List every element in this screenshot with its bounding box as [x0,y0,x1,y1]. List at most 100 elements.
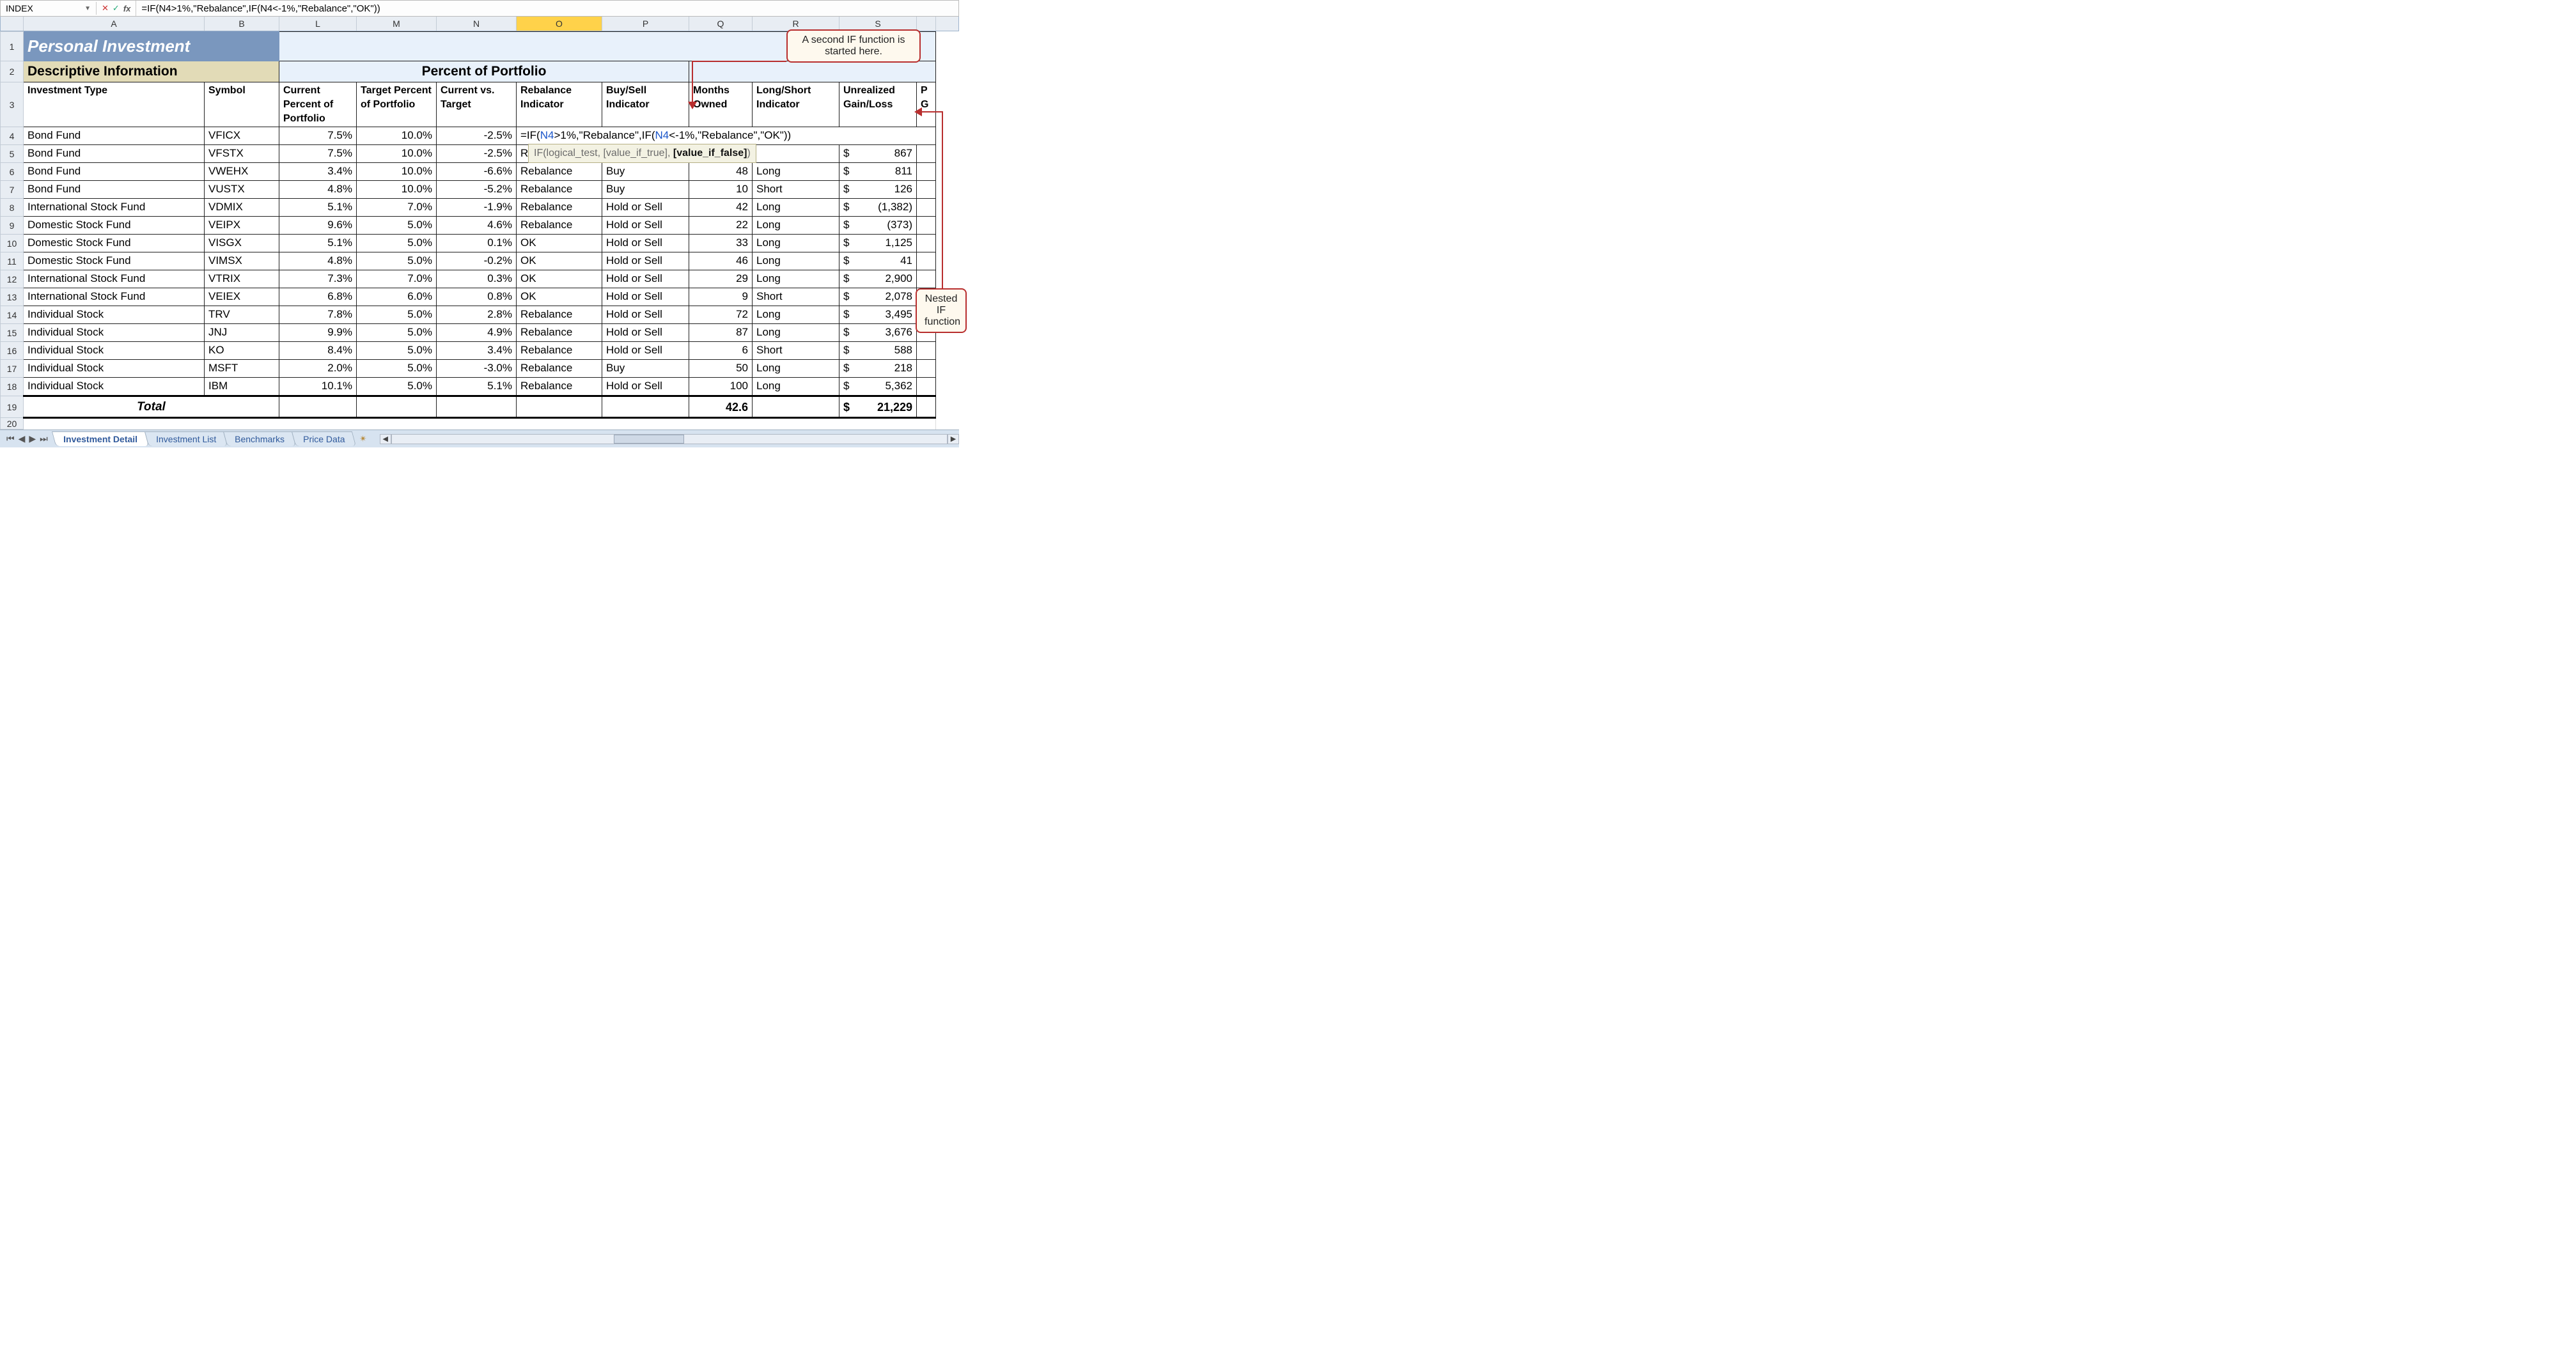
cell-buysell[interactable]: Hold or Sell [602,378,689,396]
column-header-B[interactable]: B [205,17,279,31]
cell-longshort[interactable] [753,145,839,163]
column-header-M[interactable]: M [357,17,437,31]
cell-current-pct[interactable]: 4.8% [279,252,357,270]
cell-gainloss[interactable]: $867 [839,145,917,163]
cell-investment-type[interactable]: Bond Fund [24,181,205,199]
cell-current-pct[interactable]: 7.8% [279,306,357,324]
cell-symbol[interactable]: TRV [205,306,279,324]
cell-investment-type[interactable]: Domestic Stock Fund [24,217,205,235]
cell-investment-type[interactable]: Bond Fund [24,127,205,145]
cell-investment-type[interactable]: International Stock Fund [24,288,205,306]
cell-current-pct[interactable]: 2.0% [279,360,357,378]
cell-extra[interactable] [917,378,936,396]
column-header-L[interactable]: L [279,17,357,31]
row-header-7[interactable]: 7 [1,181,24,199]
cell-rebalance[interactable]: OK [517,252,602,270]
column-header-N[interactable]: N [437,17,517,31]
scroll-right-icon[interactable]: ▶ [948,434,959,444]
row-header-2[interactable]: 2 [1,61,24,82]
cell-buysell[interactable]: Buy [602,163,689,181]
cell-extra[interactable] [917,217,936,235]
sheet-tab-investment-list[interactable]: Investment List [144,431,228,446]
cell-buysell[interactable]: Hold or Sell [602,252,689,270]
cell-months[interactable]: 50 [689,360,753,378]
cell-gainloss[interactable]: $(1,382) [839,199,917,217]
cell-symbol[interactable]: MSFT [205,360,279,378]
scroll-left-icon[interactable]: ◀ [380,434,391,444]
tab-nav-next-icon[interactable]: ▶ [27,433,37,444]
cell-buysell[interactable]: Hold or Sell [602,324,689,342]
cell-months[interactable]: 29 [689,270,753,288]
sheet-tab-price-data[interactable]: Price Data [292,431,357,446]
select-all-corner[interactable] [1,17,24,31]
cell-target-pct[interactable]: 5.0% [357,324,437,342]
cell-longshort[interactable]: Short [753,288,839,306]
cell-current-pct[interactable]: 9.6% [279,217,357,235]
cell-investment-type[interactable]: Individual Stock [24,360,205,378]
cell-extra[interactable] [917,270,936,288]
cell-months[interactable]: 33 [689,235,753,252]
cell-symbol[interactable]: VFICX [205,127,279,145]
cell-cvst[interactable]: -3.0% [437,360,517,378]
row-header-13[interactable]: 13 [1,288,24,306]
cell-cvst[interactable]: -0.2% [437,252,517,270]
cell-target-pct[interactable]: 5.0% [357,235,437,252]
cell-target-pct[interactable]: 10.0% [357,181,437,199]
cell-rebalance[interactable]: OK [517,235,602,252]
cell-months[interactable]: 6 [689,342,753,360]
column-header-Q[interactable]: Q [689,17,753,31]
cell-cvst[interactable]: -2.5% [437,145,517,163]
cell-current-pct[interactable]: 9.9% [279,324,357,342]
cell-symbol[interactable]: VTRIX [205,270,279,288]
cell-investment-type[interactable]: Domestic Stock Fund [24,252,205,270]
cell-gainloss[interactable]: $218 [839,360,917,378]
row-header-18[interactable]: 18 [1,378,24,396]
cell-symbol[interactable]: VEIEX [205,288,279,306]
cell-gainloss[interactable]: $3,676 [839,324,917,342]
cell-cvst[interactable]: 4.9% [437,324,517,342]
row-header-20[interactable]: 20 [1,418,24,430]
row-header-15[interactable]: 15 [1,324,24,342]
cell-rebalance[interactable]: Rebalance [517,217,602,235]
cell-longshort[interactable]: Long [753,199,839,217]
cell-symbol[interactable]: VUSTX [205,181,279,199]
tab-nav-prev-icon[interactable]: ◀ [17,433,27,444]
cell-gainloss[interactable]: $1,125 [839,235,917,252]
cell-symbol[interactable]: VIMSX [205,252,279,270]
row-header-6[interactable]: 6 [1,163,24,181]
cell-current-pct[interactable]: 8.4% [279,342,357,360]
name-box-dropdown-icon[interactable]: ▼ [84,5,91,12]
column-header-P[interactable]: P [602,17,689,31]
cell-extra[interactable] [917,235,936,252]
fx-icon[interactable]: fx [123,4,131,13]
row-header-12[interactable]: 12 [1,270,24,288]
new-sheet-icon[interactable]: ✴ [359,433,367,444]
tab-nav-last-icon[interactable]: ⏭ [38,433,49,444]
cell-investment-type[interactable]: International Stock Fund [24,270,205,288]
cell-target-pct[interactable]: 5.0% [357,342,437,360]
cell-buysell[interactable]: Buy [602,181,689,199]
row-header-9[interactable]: 9 [1,217,24,235]
cell-symbol[interactable]: JNJ [205,324,279,342]
cell-investment-type[interactable]: Individual Stock [24,324,205,342]
cell-months[interactable]: 9 [689,288,753,306]
cell-gainloss[interactable]: $(373) [839,217,917,235]
cell-longshort[interactable]: Long [753,360,839,378]
cell-current-pct[interactable]: 10.1% [279,378,357,396]
scroll-track[interactable] [391,434,948,444]
cell-rebalance[interactable]: Rebalance [517,181,602,199]
sheet-tab-benchmarks[interactable]: Benchmarks [223,431,296,446]
row-header-8[interactable]: 8 [1,199,24,217]
cell-months[interactable]: 72 [689,306,753,324]
sheet-tab-investment-detail[interactable]: Investment Detail [52,431,149,446]
cell-investment-type[interactable]: Bond Fund [24,163,205,181]
cell-buysell[interactable]: Buy [602,360,689,378]
cell-gainloss[interactable]: $126 [839,181,917,199]
cell-extra[interactable] [917,163,936,181]
cell-extra[interactable] [917,342,936,360]
cell-months[interactable]: 42 [689,199,753,217]
column-header-extra[interactable] [917,17,936,31]
row-header-5[interactable]: 5 [1,145,24,163]
cell-current-pct[interactable]: 4.8% [279,181,357,199]
cell-longshort[interactable]: Long [753,378,839,396]
